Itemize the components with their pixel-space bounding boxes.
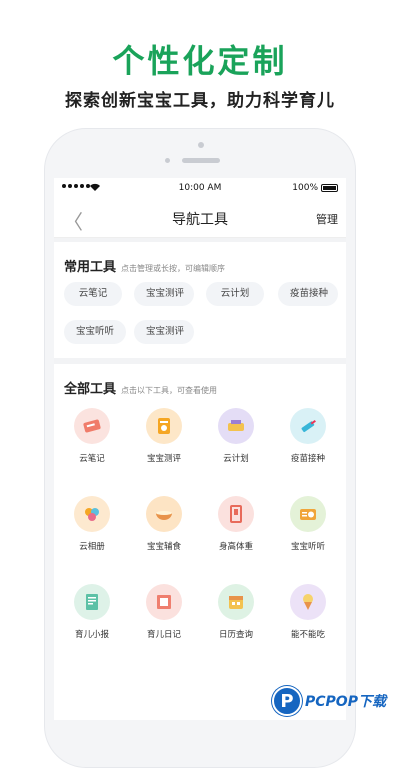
baby-assessment-icon xyxy=(146,408,182,444)
parenting-diary-icon xyxy=(146,584,182,620)
cloud-notes-icon xyxy=(74,408,110,444)
tool-calendar[interactable]: 日历查询 xyxy=(206,584,266,640)
calendar-icon xyxy=(218,584,254,620)
tool-vaccine[interactable]: 疫苗接种 xyxy=(278,408,338,464)
common-tool-chip[interactable]: 云笔记 xyxy=(64,282,122,306)
baby-food-icon xyxy=(146,496,182,532)
common-tool-chip[interactable]: 疫苗接种 xyxy=(278,282,338,306)
watermark-logo: P PCPOP下载 xyxy=(272,682,400,720)
ice-cream-icon xyxy=(290,584,326,620)
parenting-news-icon xyxy=(74,584,110,620)
tool-parenting-diary[interactable]: 育儿日记 xyxy=(134,584,194,640)
cloud-album-icon xyxy=(74,496,110,532)
vaccine-icon xyxy=(290,408,326,444)
tool-height-weight[interactable]: 身高体重 xyxy=(206,496,266,552)
watermark-text: PCPOP下载 xyxy=(305,694,386,710)
all-tools-card: 全部工具 点击以下工具，可查看使用 云笔记 宝宝测评 云计划 疫苗接种 云相册 … xyxy=(54,364,346,720)
all-tools-title: 全部工具 xyxy=(64,382,117,397)
page-title: 导航工具 xyxy=(172,212,228,228)
status-bar: 10:00 AM 100% xyxy=(54,178,346,198)
promo-headline: 个性化定制 xyxy=(112,42,288,80)
manage-button[interactable]: 管理 xyxy=(316,211,338,227)
height-weight-icon xyxy=(218,496,254,532)
common-tools-card: 常用工具 点击管理或长按，可编辑顺序 云笔记 宝宝测评 云计划 疫苗接种 宝宝听… xyxy=(54,242,346,358)
cloud-plan-icon xyxy=(218,408,254,444)
tool-baby-listen[interactable]: 宝宝听听 xyxy=(278,496,338,552)
common-tools-hint: 点击管理或长按，可编辑顺序 xyxy=(121,264,226,273)
tool-cloud-notes[interactable]: 云笔记 xyxy=(62,408,122,464)
battery-percent: 100% xyxy=(292,183,318,193)
tool-baby-food[interactable]: 宝宝辅食 xyxy=(134,496,194,552)
common-tool-chip[interactable]: 宝宝听听 xyxy=(64,320,126,344)
radio-icon xyxy=(290,496,326,532)
pcpop-logo-icon: P xyxy=(272,686,302,716)
nav-bar: 〈 导航工具 管理 xyxy=(54,198,346,238)
sensor-dot xyxy=(165,158,170,163)
all-tools-hint: 点击以下工具，可查看使用 xyxy=(121,386,218,395)
tool-cloud-plan[interactable]: 云计划 xyxy=(206,408,266,464)
tool-cloud-album[interactable]: 云相册 xyxy=(62,496,122,552)
common-tools-title: 常用工具 xyxy=(64,260,117,275)
common-tool-chip[interactable]: 云计划 xyxy=(206,282,264,306)
common-tool-chip[interactable]: 宝宝测评 xyxy=(134,282,194,306)
phone-screen: 10:00 AM 100% 〈 导航工具 管理 常用工具 点击管理或长按，可编辑… xyxy=(54,178,346,720)
speaker-grille xyxy=(182,158,220,163)
camera-dot xyxy=(198,142,204,148)
tool-can-eat[interactable]: 能不能吃 xyxy=(278,584,338,640)
promo-subline: 探索创新宝宝工具，助力科学育儿 xyxy=(65,91,335,111)
tool-baby-assessment[interactable]: 宝宝测评 xyxy=(134,408,194,464)
common-tool-chip[interactable]: 宝宝测评 xyxy=(134,320,194,344)
tool-parenting-news[interactable]: 育儿小报 xyxy=(62,584,122,640)
battery-icon xyxy=(321,184,338,192)
